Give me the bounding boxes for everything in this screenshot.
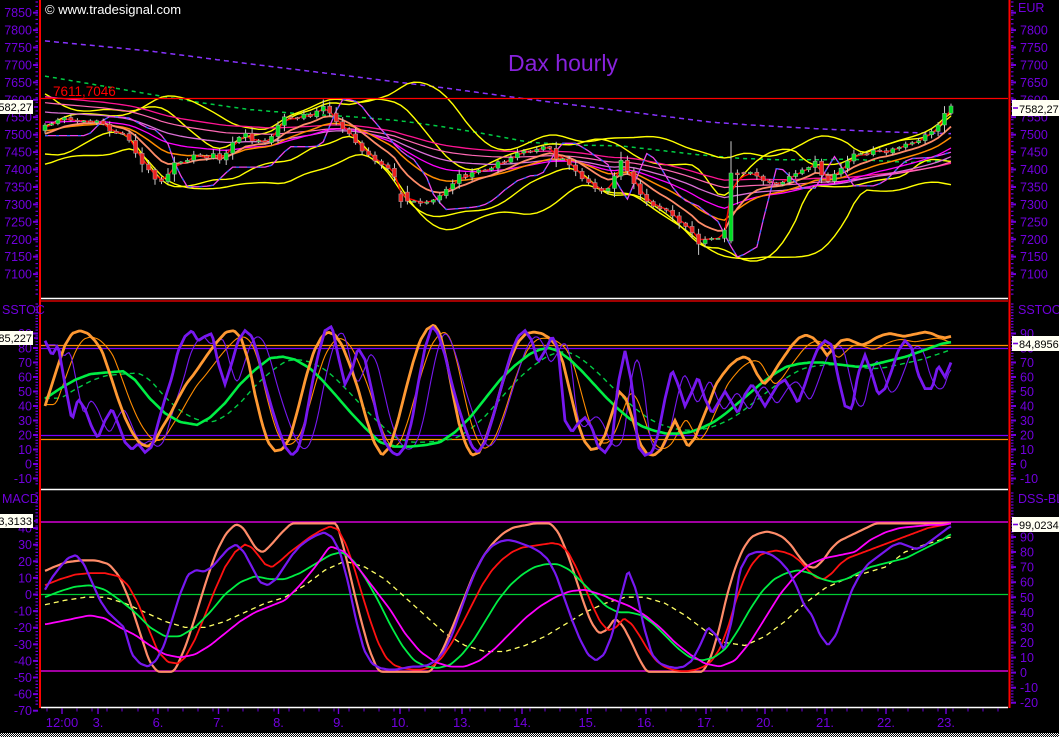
svg-text:15.: 15. [578, 715, 596, 730]
svg-text:70: 70 [18, 356, 32, 370]
svg-text:0: 0 [1020, 666, 1027, 680]
svg-text:-10: -10 [14, 605, 32, 619]
svg-text:-50: -50 [14, 671, 32, 685]
svg-text:30: 30 [18, 538, 32, 552]
svg-text:-10: -10 [1020, 472, 1038, 486]
svg-text:-60: -60 [14, 688, 32, 702]
svg-text:7150: 7150 [4, 250, 32, 264]
svg-text:10: 10 [18, 571, 32, 585]
svg-text:EUR: EUR [1018, 1, 1044, 15]
svg-text:14.: 14. [513, 715, 531, 730]
svg-text:85,227: 85,227 [0, 333, 32, 345]
svg-text:7611,7046: 7611,7046 [53, 84, 116, 99]
svg-text:6.: 6. [153, 715, 164, 730]
svg-text:0: 0 [1020, 458, 1027, 472]
svg-text:20: 20 [18, 429, 32, 443]
svg-text:7150: 7150 [1020, 250, 1048, 264]
svg-text:12:00: 12:00 [46, 715, 79, 730]
svg-text:10.: 10. [391, 715, 409, 730]
svg-text:7300: 7300 [1020, 198, 1048, 212]
svg-text:7700: 7700 [4, 59, 32, 73]
svg-text:50: 50 [1020, 591, 1034, 605]
svg-text:40: 40 [18, 400, 32, 414]
svg-text:17.: 17. [697, 715, 715, 730]
svg-text:7700: 7700 [1020, 59, 1048, 73]
svg-text:7500: 7500 [4, 128, 32, 142]
svg-text:7250: 7250 [1020, 215, 1048, 229]
svg-text:Dax hourly: Dax hourly [508, 50, 618, 76]
svg-text:70: 70 [1020, 561, 1034, 575]
svg-text:99,0234: 99,0234 [1019, 520, 1059, 532]
svg-text:40: 40 [1020, 606, 1034, 620]
svg-text:8.: 8. [273, 715, 284, 730]
svg-text:-40: -40 [14, 654, 32, 668]
svg-text:30: 30 [1020, 414, 1034, 428]
svg-text:90: 90 [1020, 531, 1034, 545]
svg-text:7350: 7350 [4, 181, 32, 195]
svg-text:7400: 7400 [4, 163, 32, 177]
svg-text:7650: 7650 [4, 76, 32, 90]
svg-text:7750: 7750 [4, 41, 32, 55]
svg-text:7450: 7450 [4, 146, 32, 160]
svg-text:0: 0 [25, 458, 32, 472]
svg-text:70: 70 [1020, 356, 1034, 370]
svg-text:582,27: 582,27 [0, 102, 32, 114]
svg-text:0: 0 [25, 588, 32, 602]
svg-text:80: 80 [1020, 546, 1034, 560]
svg-text:7500: 7500 [1020, 128, 1048, 142]
svg-text:10: 10 [18, 443, 32, 457]
svg-text:20: 20 [18, 555, 32, 569]
svg-text:84,8956: 84,8956 [1019, 339, 1059, 351]
svg-text:DSS-BLA: DSS-BLA [1018, 492, 1059, 506]
svg-text:7200: 7200 [1020, 233, 1048, 247]
svg-text:60: 60 [18, 371, 32, 385]
svg-text:MACD: MACD [2, 492, 39, 506]
svg-text:-10: -10 [1020, 681, 1038, 695]
svg-text:60: 60 [1020, 576, 1034, 590]
svg-text:7800: 7800 [4, 24, 32, 38]
svg-text:13.: 13. [453, 715, 471, 730]
svg-text:7750: 7750 [1020, 41, 1048, 55]
svg-text:3.: 3. [93, 715, 104, 730]
svg-text:7450: 7450 [1020, 146, 1048, 160]
svg-text:60: 60 [1020, 371, 1034, 385]
svg-text:20: 20 [1020, 636, 1034, 650]
svg-text:7850: 7850 [4, 6, 32, 20]
svg-text:-70: -70 [14, 704, 32, 718]
svg-text:7582,27: 7582,27 [1019, 104, 1059, 116]
svg-text:© www.tradesignal.com: © www.tradesignal.com [45, 2, 181, 17]
svg-text:40: 40 [1020, 400, 1034, 414]
svg-text:-30: -30 [14, 638, 32, 652]
svg-text:-10: -10 [14, 472, 32, 486]
svg-text:30: 30 [18, 414, 32, 428]
svg-text:-20: -20 [14, 621, 32, 635]
svg-text:7400: 7400 [1020, 163, 1048, 177]
svg-text:7300: 7300 [4, 198, 32, 212]
svg-text:50: 50 [18, 385, 32, 399]
svg-text:7100: 7100 [4, 268, 32, 282]
svg-text:20.: 20. [756, 715, 774, 730]
svg-text:7650: 7650 [1020, 76, 1048, 90]
svg-text:23.: 23. [937, 715, 955, 730]
svg-text:10: 10 [1020, 443, 1034, 457]
svg-text:50: 50 [1020, 385, 1034, 399]
svg-text:20: 20 [1020, 429, 1034, 443]
svg-text:7200: 7200 [4, 233, 32, 247]
svg-text:7350: 7350 [1020, 181, 1048, 195]
svg-text:10: 10 [1020, 651, 1034, 665]
svg-text:7.: 7. [213, 715, 224, 730]
svg-text:21.: 21. [816, 715, 834, 730]
svg-text:7100: 7100 [1020, 268, 1048, 282]
svg-text:3,3133: 3,3133 [0, 516, 32, 528]
svg-text:SSTOC: SSTOC [2, 303, 45, 317]
svg-text:22.: 22. [877, 715, 895, 730]
svg-text:16.: 16. [637, 715, 655, 730]
svg-text:9.: 9. [333, 715, 344, 730]
svg-text:30: 30 [1020, 621, 1034, 635]
svg-text:7800: 7800 [1020, 24, 1048, 38]
svg-text:7250: 7250 [4, 215, 32, 229]
svg-text:-20: -20 [1020, 696, 1038, 710]
svg-text:SSTOC: SSTOC [1018, 303, 1059, 317]
